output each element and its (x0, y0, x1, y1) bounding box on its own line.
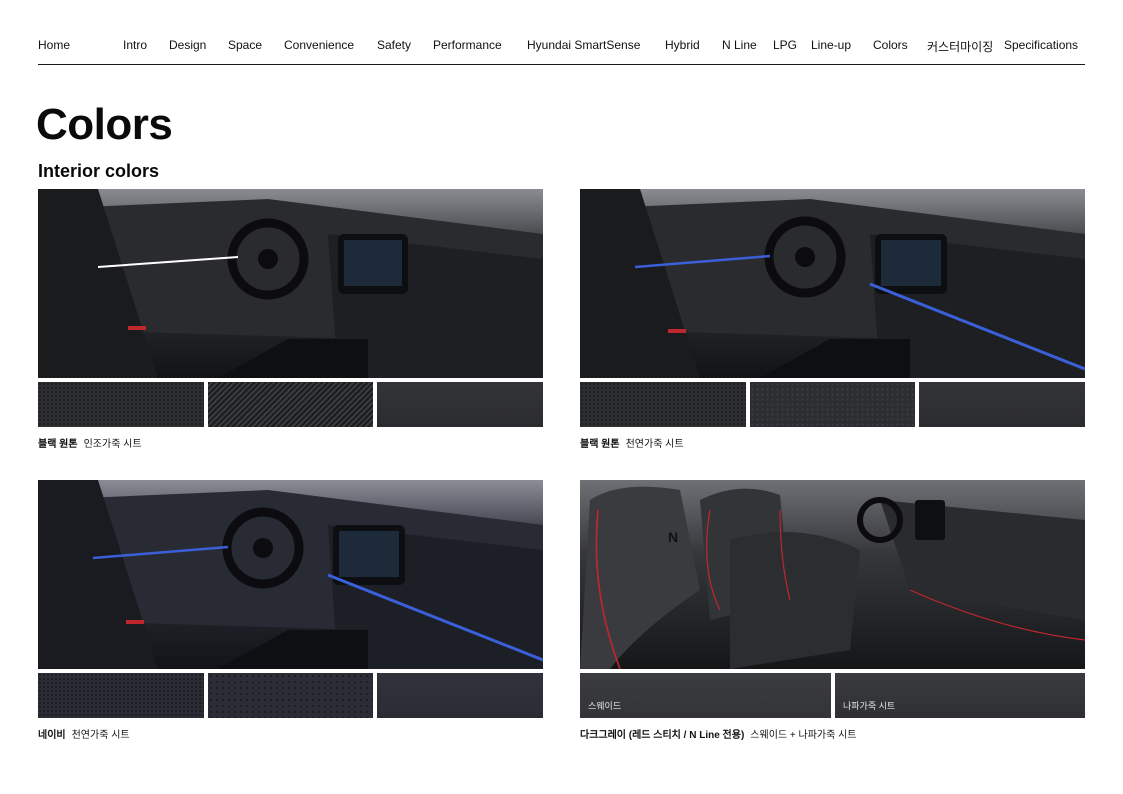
interior-photo (580, 189, 1085, 378)
swatch-label: 스웨이드 (588, 701, 622, 711)
swatch-label: 나파가죽 시트 (843, 701, 896, 711)
interior-photo (38, 189, 543, 378)
material-swatch[interactable] (208, 382, 373, 427)
material-swatch[interactable] (919, 382, 1085, 427)
interior-card-black-synthetic: 블랙 원톤 인조가죽 시트 (38, 189, 543, 450)
material-swatch[interactable] (208, 673, 373, 718)
color-caption: 블랙 원톤 천연가죽 시트 (580, 435, 1085, 450)
color-caption: 네이비 천연가죽 시트 (38, 726, 543, 741)
seat-material: 인조가죽 시트 (83, 439, 142, 450)
nav-design[interactable]: Design (169, 38, 206, 52)
nav-performance[interactable]: Performance (433, 38, 502, 52)
swatch-row: 스웨이드 나파가죽 시트 (580, 673, 1085, 718)
material-swatch[interactable] (750, 382, 915, 427)
section-title: Interior colors (38, 161, 160, 181)
material-swatch[interactable] (38, 382, 204, 427)
interior-photo (38, 480, 543, 669)
interior-card-black-leather: 블랙 원톤 천연가죽 시트 (580, 189, 1085, 450)
svg-text:N: N (668, 529, 678, 545)
material-swatch[interactable] (580, 382, 746, 427)
nav-lpg[interactable]: LPG (773, 38, 797, 52)
color-name: 다크그레이 (레드 스티치 / N Line 전용) (580, 730, 745, 741)
color-caption: 다크그레이 (레드 스티치 / N Line 전용) 스웨이드 + 나파가죽 시트 (580, 726, 1085, 741)
material-swatch[interactable] (377, 673, 543, 718)
swatch-row (38, 673, 543, 718)
nav-safety[interactable]: Safety (377, 38, 411, 52)
interior-card-navy: 네이비 천연가죽 시트 (38, 480, 543, 741)
seat-material: 스웨이드 + 나파가죽 시트 (750, 730, 857, 741)
nav-intro[interactable]: Intro (123, 38, 147, 52)
nav-n-line[interactable]: N Line (722, 38, 757, 52)
top-navigation: Home Intro Design Space Convenience Safe… (38, 0, 1085, 65)
seat-material: 천연가죽 시트 (625, 439, 684, 450)
interior-photo: N (580, 480, 1085, 669)
nav-smartsense[interactable]: Hyundai SmartSense (527, 38, 640, 52)
suede-swatch[interactable]: 스웨이드 (580, 673, 831, 718)
material-swatch[interactable] (377, 382, 543, 427)
nav-specifications[interactable]: Specifications (1004, 38, 1078, 52)
nav-line-up[interactable]: Line-up (811, 38, 851, 52)
nav-home[interactable]: Home (38, 38, 70, 52)
color-caption: 블랙 원톤 인조가죽 시트 (38, 435, 543, 450)
nav-space[interactable]: Space (228, 38, 262, 52)
material-swatch[interactable] (38, 673, 204, 718)
nav-hybrid[interactable]: Hybrid (665, 38, 700, 52)
swatch-row (580, 382, 1085, 427)
swatch-row (38, 382, 543, 427)
nav-convenience[interactable]: Convenience (284, 38, 354, 52)
color-name: 블랙 원톤 (38, 439, 78, 450)
color-name: 네이비 (38, 730, 66, 741)
seat-material: 천연가죽 시트 (71, 730, 130, 741)
nav-colors[interactable]: Colors (873, 38, 908, 52)
nappa-leather-swatch[interactable]: 나파가죽 시트 (835, 673, 1085, 718)
interior-card-dark-gray-n-line: N 스웨이드 나파가죽 시트 다크그레이 (레드 스티치 / N Line 전용… (580, 480, 1085, 741)
nav-customizing[interactable]: 커스터마이징 (927, 38, 993, 55)
page-title: Colors (36, 100, 173, 149)
color-name: 블랙 원톤 (580, 439, 620, 450)
